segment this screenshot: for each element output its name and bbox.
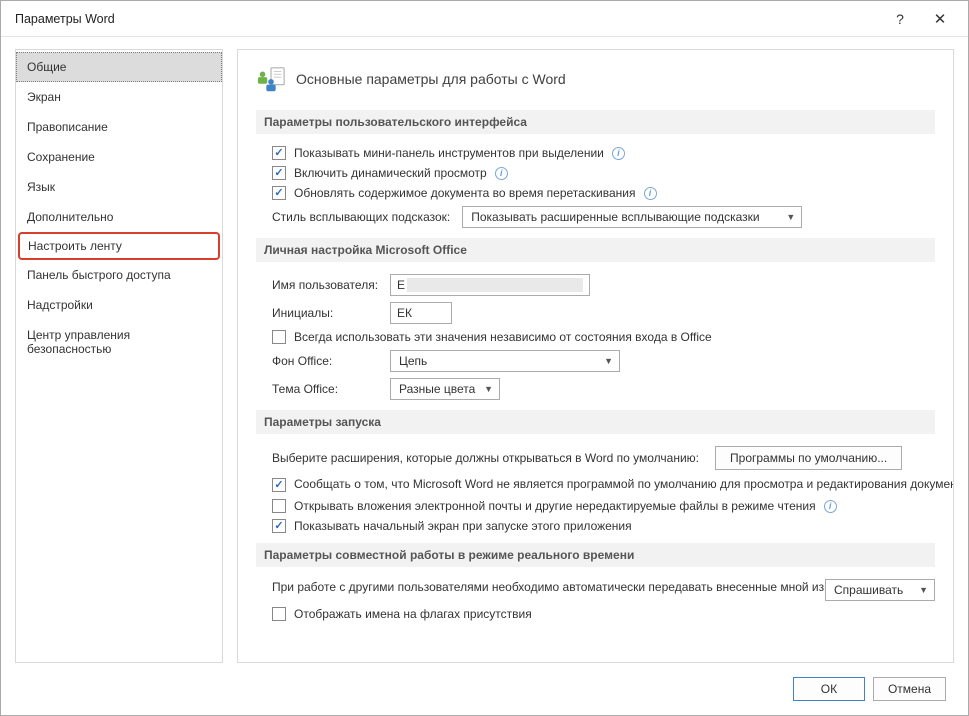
auto-share-combo[interactable]: Спрашивать ▼ bbox=[825, 579, 935, 601]
field-label: Инициалы: bbox=[272, 306, 382, 320]
combo-value: Разные цвета bbox=[399, 382, 475, 396]
help-button[interactable]: ? bbox=[880, 11, 920, 27]
checkbox-icon[interactable] bbox=[272, 186, 286, 200]
field-label: Фон Office: bbox=[272, 354, 382, 368]
info-icon[interactable] bbox=[612, 147, 625, 160]
close-button[interactable]: ✕ bbox=[920, 10, 960, 28]
initials-input[interactable]: ЕК bbox=[390, 302, 452, 324]
sidebar-item-save[interactable]: Сохранение bbox=[16, 142, 222, 172]
field-label: Имя пользователя: bbox=[272, 278, 382, 292]
chevron-down-icon: ▼ bbox=[786, 212, 795, 222]
checkbox-icon[interactable] bbox=[272, 166, 286, 180]
dialog-footer: ОК Отмена bbox=[1, 663, 968, 715]
opt-label: Открывать вложения электронной почты и д… bbox=[294, 499, 816, 513]
sidebar-item-language[interactable]: Язык bbox=[16, 172, 222, 202]
section-personal-header: Личная настройка Microsoft Office bbox=[256, 238, 935, 262]
cancel-button[interactable]: Отмена bbox=[873, 677, 946, 701]
ok-button[interactable]: ОК bbox=[793, 677, 865, 701]
field-office-theme: Тема Office: Разные цвета ▼ bbox=[272, 378, 935, 400]
opt-label: Включить динамический просмотр bbox=[294, 166, 487, 180]
category-sidebar: Общие Экран Правописание Сохранение Язык… bbox=[15, 49, 223, 663]
checkbox-icon[interactable] bbox=[272, 146, 286, 160]
titlebar: Параметры Word ? ✕ bbox=[1, 1, 968, 37]
chevron-down-icon: ▼ bbox=[604, 356, 613, 366]
opt-show-start[interactable]: Показывать начальный экран при запуске э… bbox=[272, 519, 935, 533]
sidebar-item-display[interactable]: Экран bbox=[16, 82, 222, 112]
section-ui-header: Параметры пользовательского интерфейса bbox=[256, 110, 935, 134]
opt-notify-default[interactable]: Сообщать о том, что Microsoft Word не яв… bbox=[272, 476, 935, 493]
auto-share-row: При работе с другими пользователями необ… bbox=[272, 579, 935, 601]
info-icon[interactable] bbox=[824, 500, 837, 513]
field-initials: Инициалы: ЕК bbox=[272, 302, 935, 324]
username-input[interactable]: E bbox=[390, 274, 590, 296]
office-bg-combo[interactable]: Цепь ▼ bbox=[390, 350, 620, 372]
opt-live-preview[interactable]: Включить динамический просмотр bbox=[272, 166, 935, 180]
section-startup-header: Параметры запуска bbox=[256, 410, 935, 434]
checkbox-icon[interactable] bbox=[272, 499, 286, 513]
opt-label: Обновлять содержимое документа во время … bbox=[294, 186, 636, 200]
sidebar-item-trust-center[interactable]: Центр управления безопасностью bbox=[16, 320, 222, 364]
checkbox-icon[interactable] bbox=[272, 330, 286, 344]
section-collab-header: Параметры совместной работы в режиме реа… bbox=[256, 543, 935, 567]
checkbox-icon[interactable] bbox=[272, 478, 286, 492]
sidebar-item-quick-access[interactable]: Панель быстрого доступа bbox=[16, 260, 222, 290]
field-label: Выберите расширения, которые должны откр… bbox=[272, 451, 699, 465]
dialog-body: Общие Экран Правописание Сохранение Язык… bbox=[1, 37, 968, 663]
checkbox-icon[interactable] bbox=[272, 607, 286, 621]
window-title: Параметры Word bbox=[15, 12, 880, 26]
opt-label: Показывать мини-панель инструментов при … bbox=[294, 146, 604, 160]
page-icon bbox=[256, 64, 286, 94]
opt-tooltip-style: Стиль всплывающих подсказок: Показывать … bbox=[272, 206, 935, 228]
opt-mini-toolbar[interactable]: Показывать мини-панель инструментов при … bbox=[272, 146, 935, 160]
sidebar-item-customize-ribbon[interactable]: Настроить ленту bbox=[18, 232, 220, 260]
opt-open-attachments[interactable]: Открывать вложения электронной почты и д… bbox=[272, 499, 935, 513]
opt-always-use[interactable]: Всегда использовать эти значения независ… bbox=[272, 330, 935, 344]
opt-label: Всегда использовать эти значения независ… bbox=[294, 330, 712, 344]
chevron-down-icon: ▼ bbox=[484, 384, 493, 394]
opt-label: Сообщать о том, что Microsoft Word не яв… bbox=[294, 476, 874, 493]
opt-label: Показывать начальный экран при запуске э… bbox=[294, 519, 632, 533]
office-theme-combo[interactable]: Разные цвета ▼ bbox=[390, 378, 500, 400]
sidebar-item-addins[interactable]: Надстройки bbox=[16, 290, 222, 320]
field-label: При работе с другими пользователями необ… bbox=[272, 579, 792, 596]
combo-value: Спрашивать bbox=[834, 582, 903, 599]
field-office-bg: Фон Office: Цепь ▼ bbox=[272, 350, 935, 372]
chevron-down-icon: ▼ bbox=[919, 584, 928, 597]
tooltip-style-combo[interactable]: Показывать расширенные всплывающие подск… bbox=[462, 206, 802, 228]
field-label: Тема Office: bbox=[272, 382, 382, 396]
masked-area bbox=[407, 278, 583, 292]
opt-update-drag[interactable]: Обновлять содержимое документа во время … bbox=[272, 186, 935, 200]
info-icon[interactable] bbox=[495, 167, 508, 180]
sidebar-item-general[interactable]: Общие bbox=[16, 52, 222, 82]
opt-presence-names[interactable]: Отображать имена на флагах присутствия bbox=[272, 607, 935, 621]
content-pane: Основные параметры для работы с Word Пар… bbox=[237, 49, 954, 663]
options-dialog: Параметры Word ? ✕ Общие Экран Правописа… bbox=[0, 0, 969, 716]
opt-label: Отображать имена на флагах присутствия bbox=[294, 607, 532, 621]
combo-value: Цепь bbox=[399, 354, 427, 368]
default-ext-row: Выберите расширения, которые должны откр… bbox=[272, 446, 935, 470]
default-programs-button[interactable]: Программы по умолчанию... bbox=[715, 446, 902, 470]
combo-value: Показывать расширенные всплывающие подск… bbox=[471, 210, 759, 224]
info-icon[interactable] bbox=[644, 187, 657, 200]
page-header: Основные параметры для работы с Word bbox=[256, 64, 935, 94]
sidebar-item-advanced[interactable]: Дополнительно bbox=[16, 202, 222, 232]
page-title: Основные параметры для работы с Word bbox=[296, 71, 566, 87]
checkbox-icon[interactable] bbox=[272, 519, 286, 533]
field-label: Стиль всплывающих подсказок: bbox=[272, 210, 450, 224]
sidebar-item-proofing[interactable]: Правописание bbox=[16, 112, 222, 142]
field-username: Имя пользователя: E bbox=[272, 274, 935, 296]
